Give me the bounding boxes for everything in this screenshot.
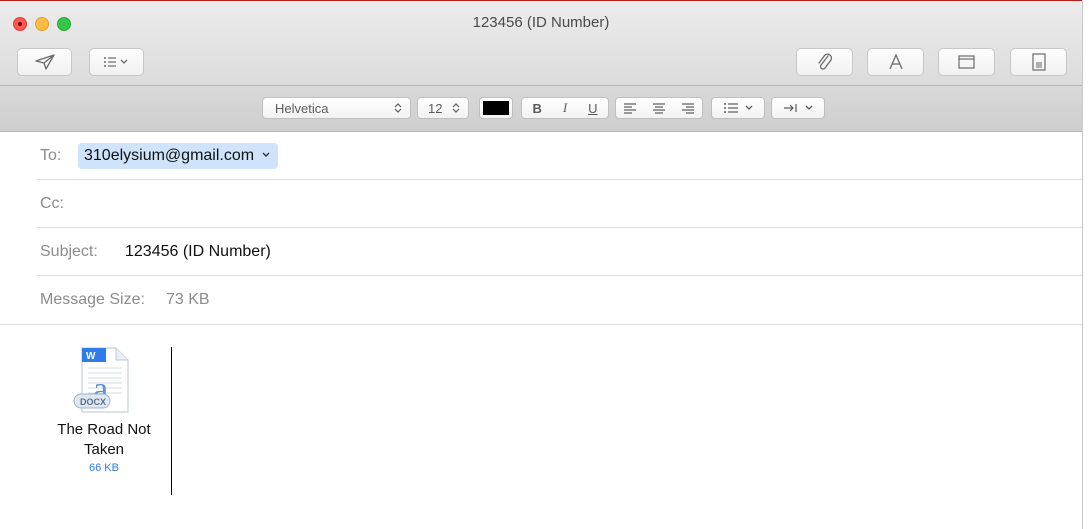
chevron-down-icon — [262, 152, 270, 157]
chevron-down-icon — [805, 105, 813, 110]
title-toolbar: 123456 (ID Number) — [0, 0, 1082, 86]
to-row: To: 310elysium@gmail.com — [37, 132, 1082, 180]
recipient-address: 310elysium@gmail.com — [84, 147, 255, 164]
to-label: To: — [40, 147, 62, 164]
stationery-button[interactable] — [1010, 48, 1067, 76]
indent-icon — [784, 104, 797, 112]
text-cursor — [171, 347, 172, 495]
up-down-arrows-icon — [394, 103, 402, 113]
font-size-value: 12 — [428, 100, 443, 116]
attachment-name: The Road Not Taken — [30, 420, 178, 460]
align-left-icon[interactable] — [623, 102, 637, 114]
up-down-arrows-icon — [452, 103, 460, 113]
photo-browser-button[interactable] — [938, 48, 995, 76]
docx-badge: DOCX — [80, 397, 106, 407]
message-size-row: Message Size: 73 KB — [37, 276, 1082, 324]
bold-button[interactable]: B — [532, 101, 541, 116]
attach-button[interactable] — [796, 48, 853, 76]
cc-row[interactable]: Cc: — [37, 180, 1082, 228]
window-icon — [957, 55, 975, 69]
recipient-token[interactable]: 310elysium@gmail.com — [78, 143, 278, 169]
word-app-letter: W — [86, 351, 96, 362]
send-icon — [34, 54, 55, 70]
align-right-icon[interactable] — [681, 102, 695, 114]
subject-label: Subject: — [40, 243, 98, 260]
list-style-button[interactable] — [711, 97, 765, 119]
align-center-icon[interactable] — [652, 102, 666, 114]
header-divider — [0, 324, 1082, 325]
list-icon — [103, 57, 127, 67]
subject-row[interactable]: Subject: 123456 (ID Number) — [37, 228, 1082, 276]
message-size-value: 73 KB — [166, 291, 210, 308]
italic-button[interactable]: I — [563, 100, 567, 116]
font-family-value: Helvetica — [275, 100, 329, 116]
text-color-button[interactable] — [479, 97, 513, 119]
paperclip-icon — [817, 53, 832, 70]
indent-button[interactable] — [771, 97, 825, 119]
fonts-button[interactable] — [867, 48, 924, 76]
chevron-down-icon — [745, 105, 753, 110]
message-size-label: Message Size: — [40, 291, 145, 308]
cc-label: Cc: — [40, 195, 64, 212]
underline-button[interactable]: U — [588, 101, 597, 116]
attachment-size: 66 KB — [89, 462, 119, 474]
format-bar: Helvetica 12 B I U — [0, 86, 1082, 132]
subject-value: 123456 (ID Number) — [125, 243, 271, 260]
stationery-icon — [1031, 53, 1046, 71]
bulleted-list-icon — [724, 103, 738, 113]
header-fields-menu-button[interactable] — [89, 48, 144, 76]
font-family-select[interactable]: Helvetica — [262, 97, 411, 119]
font-size-select[interactable]: 12 — [417, 97, 469, 119]
text-color-swatch — [483, 101, 509, 115]
docx-file-icon: W a DOCX — [73, 347, 129, 413]
window-edge — [1082, 0, 1089, 529]
attachment[interactable]: W a DOCX The Road Not Taken 66 KB — [30, 346, 178, 474]
alignment-button-group — [615, 97, 703, 119]
font-letter-icon — [888, 53, 903, 70]
style-button-group: B I U — [521, 97, 609, 119]
send-button[interactable] — [17, 48, 72, 76]
compose-window: 123456 (ID Number) Helvetica 12 B I U To… — [0, 0, 1082, 529]
attachment-name-text: The Road Not Taken — [57, 421, 151, 458]
window-title: 123456 (ID Number) — [472, 14, 610, 31]
